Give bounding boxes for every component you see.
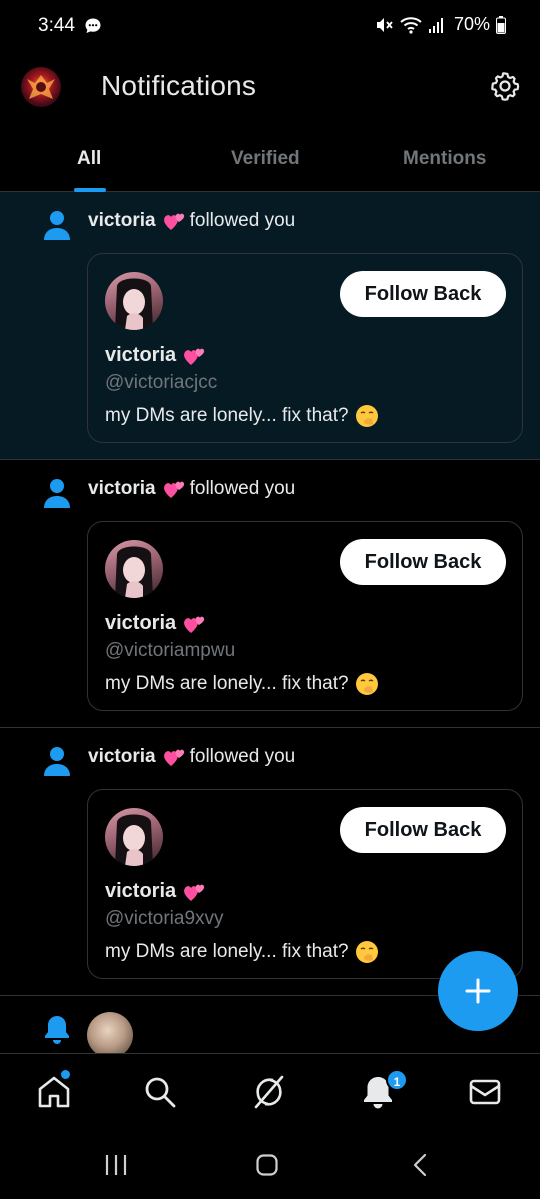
gear-icon[interactable] [489, 70, 521, 102]
card-name-text: victoria [105, 880, 177, 902]
two-hearts-icon [184, 616, 205, 633]
card-user-name: victoria [105, 344, 210, 367]
notification-item[interactable]: victoria followed you Follow Back victor… [0, 192, 540, 460]
battery-icon [496, 15, 506, 34]
card-name-text: victoria [105, 344, 177, 366]
card-user-bio: my DMs are lonely... fix that? [105, 404, 379, 428]
status-icons: 70% [374, 14, 506, 35]
status-time: 3:44 [38, 15, 75, 36]
bell-icon [45, 1016, 69, 1044]
user-avatar[interactable] [87, 1012, 133, 1058]
two-hearts-icon [184, 348, 205, 365]
android-home-icon[interactable] [255, 1153, 279, 1177]
tab-mentions[interactable]: Mentions [403, 148, 486, 170]
notification-item[interactable]: victoria followed you Follow Back victor… [0, 460, 540, 728]
user-avatar[interactable] [105, 808, 163, 866]
notification-action: followed you [189, 746, 296, 767]
follow-back-button[interactable]: Follow Back [340, 271, 506, 317]
face-with-hand-over-mouth-icon [355, 673, 378, 695]
person-icon [44, 747, 70, 776]
notification-tabs: All Verified Mentions [0, 128, 540, 192]
person-icon [44, 211, 70, 240]
two-hearts-icon [184, 884, 205, 901]
card-user-handle: @victoria9xvy [105, 908, 224, 929]
search-icon[interactable] [142, 1074, 178, 1110]
user-avatar[interactable] [105, 540, 163, 598]
system-nav-bar [0, 1129, 540, 1199]
card-user-handle: @victoriacjcc [105, 372, 218, 393]
app-header: Notifications [0, 56, 540, 120]
card-user-bio: my DMs are lonely... fix that? [105, 672, 379, 696]
home-icon[interactable] [36, 1074, 72, 1110]
card-name-text: victoria [105, 612, 177, 634]
notification-action: followed you [189, 478, 296, 499]
user-avatar[interactable] [105, 272, 163, 330]
back-icon[interactable] [409, 1153, 433, 1177]
status-bar: 3:44 70% [0, 0, 540, 56]
card-user-handle: @victoriampwu [105, 640, 236, 661]
notification-text: victoria followed you [88, 746, 295, 768]
follow-back-button[interactable]: Follow Back [340, 807, 506, 853]
notification-count-badge: 1 [386, 1069, 408, 1091]
home-unread-dot [61, 1070, 70, 1079]
message-bubble-icon [85, 18, 101, 33]
user-card[interactable]: Follow Back victoria @victoriacjcc my DM… [87, 253, 523, 443]
tab-verified[interactable]: Verified [231, 148, 300, 170]
two-hearts-icon [163, 481, 184, 498]
notification-text: victoria followed you [88, 478, 295, 500]
face-with-hand-over-mouth-icon [355, 405, 378, 427]
follower-name[interactable]: victoria [88, 746, 156, 768]
notification-action: followed you [189, 210, 296, 231]
card-user-name: victoria [105, 612, 210, 635]
follower-name[interactable]: victoria [88, 478, 156, 500]
mail-icon[interactable] [467, 1074, 503, 1110]
signal-icon [428, 17, 443, 33]
battery-level: 70% [453, 14, 490, 34]
person-icon [44, 479, 70, 508]
recent-apps-icon[interactable] [104, 1153, 128, 1177]
notification-text: victoria followed you [88, 210, 295, 232]
card-bio-text: my DMs are lonely... fix that? [105, 405, 349, 426]
compose-button[interactable] [438, 951, 518, 1031]
tab-all[interactable]: All [77, 148, 101, 170]
mute-icon [376, 17, 393, 32]
bottom-nav: 1 [0, 1053, 540, 1129]
card-bio-text: my DMs are lonely... fix that? [105, 673, 349, 694]
card-user-name: victoria [105, 880, 210, 903]
profile-avatar[interactable] [21, 67, 61, 107]
face-with-hand-over-mouth-icon [355, 941, 378, 963]
two-hearts-icon [163, 213, 184, 230]
user-card[interactable]: Follow Back victoria @victoria9xvy my DM… [87, 789, 523, 979]
wifi-icon [400, 16, 422, 34]
follower-name[interactable]: victoria [88, 210, 156, 232]
page-title: Notifications [101, 70, 257, 101]
follow-back-button[interactable]: Follow Back [340, 539, 506, 585]
card-user-bio: my DMs are lonely... fix that? [105, 940, 379, 964]
two-hearts-icon [163, 749, 184, 766]
grok-icon[interactable] [251, 1074, 287, 1110]
card-bio-text: my DMs are lonely... fix that? [105, 941, 349, 962]
user-card[interactable]: Follow Back victoria @victoriampwu my DM… [87, 521, 523, 711]
plus-icon [465, 978, 491, 1004]
